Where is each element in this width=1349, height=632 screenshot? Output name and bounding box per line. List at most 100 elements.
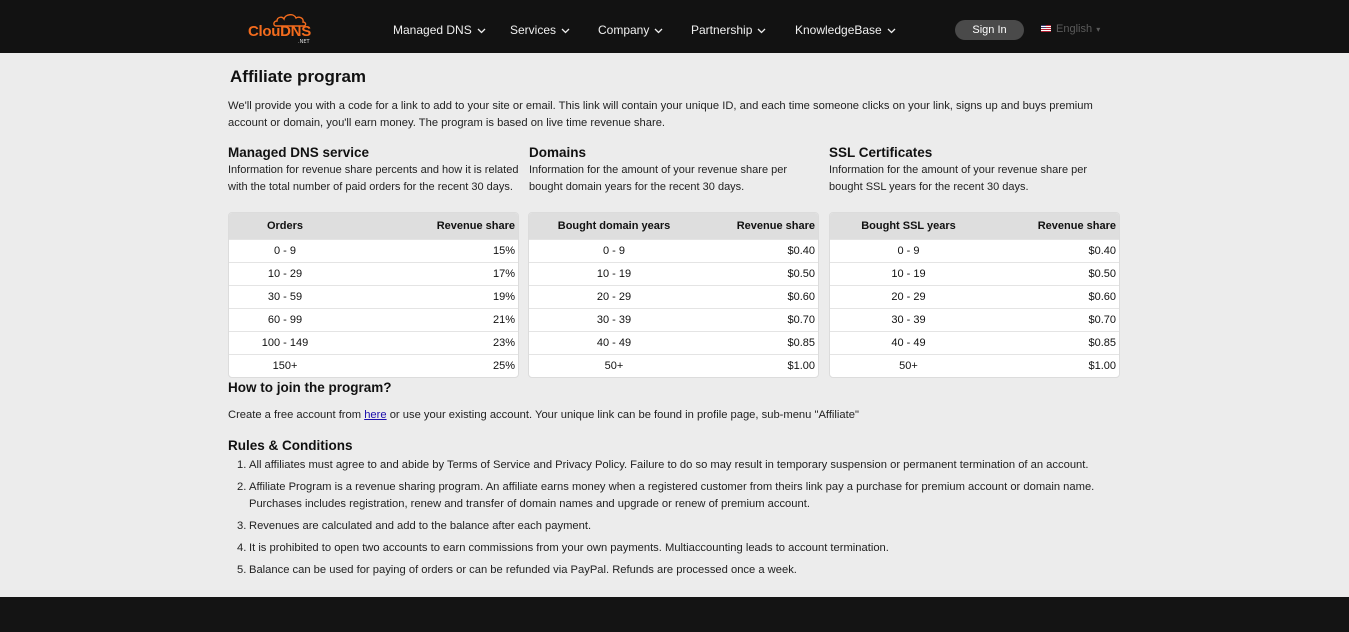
section-ssl-certificates: SSL Certificates Information for the amo… [829, 144, 1121, 196]
here-link[interactable]: here [364, 409, 386, 421]
share-cell: 19% [492, 291, 515, 303]
table-row: 60 - 99 21% [229, 308, 518, 331]
rules-heading: Rules & Conditions [228, 438, 353, 453]
nav-services[interactable]: Services [510, 23, 570, 37]
nav-label: KnowledgeBase [795, 23, 882, 37]
footer-bar [0, 597, 1349, 632]
table-row: 50+ $1.00 [529, 354, 818, 377]
nav-label: Partnership [691, 23, 753, 37]
nav-label: Company [598, 23, 650, 37]
page-title: Affiliate program [230, 67, 367, 86]
table-row: 50+ $1.00 [830, 354, 1119, 377]
range-cell: 20 - 29 [596, 291, 632, 303]
chevron-down-icon [757, 23, 766, 37]
nav-company[interactable]: Company [598, 23, 663, 37]
column-header: Bought SSL years [861, 220, 956, 232]
rule-text: All affiliates must agree to and abide b… [249, 459, 1089, 471]
join-text-after: or use your existing account. Your uniqu… [386, 409, 859, 421]
table-row: 30 - 39 $0.70 [529, 308, 818, 331]
nav-label: Managed DNS [393, 23, 472, 37]
chevron-down-icon [654, 23, 663, 37]
range-cell: 10 - 29 [267, 268, 303, 280]
table-row: 0 - 9 15% [229, 239, 518, 262]
section-description: Information for the amount of your reven… [829, 164, 1088, 193]
table-row: 10 - 19 $0.50 [830, 262, 1119, 285]
chevron-down-icon [477, 23, 486, 37]
share-cell: $0.60 [787, 291, 815, 303]
logo-suffix: .NET [298, 39, 310, 45]
language-label: English [1056, 23, 1093, 35]
table-row: 30 - 39 $0.70 [830, 308, 1119, 331]
range-cell: 10 - 19 [891, 268, 926, 280]
language-selector[interactable]: English ▾ [1041, 23, 1100, 35]
share-cell: $0.60 [1088, 291, 1116, 303]
rule-item: 5. Balance can be used for paying of orde… [228, 562, 1128, 579]
range-cell: 40 - 49 [596, 337, 632, 349]
share-cell: $1.00 [787, 360, 815, 372]
range-cell: 0 - 9 [897, 245, 920, 257]
nav-knowledgebase[interactable]: KnowledgeBase [795, 23, 896, 37]
table-row: 30 - 59 19% [229, 285, 518, 308]
share-cell: 21% [492, 314, 515, 326]
range-cell: 50+ [604, 360, 624, 372]
ssl-revenue-table: Bought SSL years Revenue share 0 - 9 $0.4… [829, 212, 1120, 378]
range-cell: 40 - 49 [891, 337, 926, 349]
table-header: Orders Revenue share [229, 213, 518, 239]
table-row: 40 - 49 $0.85 [830, 331, 1119, 354]
table-row: 100 - 149 23% [229, 331, 518, 354]
us-flag-icon [1041, 25, 1051, 32]
range-cell: 30 - 39 [596, 314, 632, 326]
table-row: 0 - 9 $0.40 [830, 239, 1119, 262]
column-header: Orders [266, 220, 304, 232]
domains-revenue-table: Bought domain years Revenue share 0 - 9 $… [528, 212, 819, 378]
rule-text: Revenues are calculated and add to the b… [249, 520, 592, 532]
section-description: Information for revenue share percents a… [228, 164, 519, 193]
share-cell: 23% [492, 337, 515, 349]
section-domains: Domains Information for the amount of yo… [529, 144, 821, 196]
range-cell: 60 - 99 [267, 314, 303, 326]
table-row: 150+ 25% [229, 354, 518, 377]
share-cell: 17% [492, 268, 515, 280]
rule-number: 3. [237, 520, 247, 532]
range-cell: 0 - 9 [602, 245, 625, 257]
range-cell: 0 - 9 [273, 245, 296, 257]
rule-item: 2. Affiliate Program is a revenue sharing… [228, 479, 1128, 513]
range-cell: 30 - 39 [891, 314, 926, 326]
nav-managed-dns[interactable]: Managed DNS [393, 23, 486, 37]
rule-item: 3. Revenues are calculated and add to the… [228, 518, 1128, 535]
nav-partnership[interactable]: Partnership [691, 23, 766, 37]
range-cell: 30 - 59 [267, 291, 303, 303]
managed-dns-revenue-table: Orders Revenue share 0 - 9 15% 10 - 29 17%… [228, 212, 519, 378]
section-title: Managed DNS service [228, 145, 370, 160]
range-cell: 10 - 19 [596, 268, 632, 280]
caret-down-icon: ▾ [1094, 25, 1101, 34]
column-header: Revenue share [436, 220, 515, 232]
nav-label: Services [510, 23, 557, 37]
table-row: 10 - 29 17% [229, 262, 518, 285]
range-cell: 50+ [899, 360, 918, 372]
rule-number: 2. [237, 481, 247, 493]
range-cell: 20 - 29 [891, 291, 926, 303]
join-text-before: Create a free account from [228, 409, 365, 421]
rules-list: 1. All affiliates must agree to and abide… [228, 457, 1128, 584]
section-description: Information for the amount of your reven… [529, 164, 788, 193]
chevron-down-icon [887, 23, 896, 37]
table-row: 20 - 29 $0.60 [529, 285, 818, 308]
join-paragraph: Create a free account from here or use y… [228, 409, 859, 421]
section-managed-dns: Managed DNS service Information for reve… [228, 144, 520, 196]
range-cell: 100 - 149 [261, 337, 309, 349]
rule-item: 4. It is prohibited to open two accounts … [228, 540, 1128, 557]
section-title: Domains [529, 145, 587, 160]
table-header: Bought SSL years Revenue share [830, 213, 1119, 239]
range-cell: 150+ [272, 360, 298, 372]
sign-in-button[interactable]: Sign In [955, 20, 1024, 40]
share-cell: $0.50 [787, 268, 815, 280]
cloudns-logo[interactable]: ClouDNS .NET [246, 13, 312, 45]
column-header: Revenue share [736, 220, 815, 232]
rule-text: Affiliate Program is a revenue sharing p… [249, 481, 1095, 510]
share-cell: $1.00 [1088, 360, 1116, 372]
share-cell: $0.70 [1088, 314, 1116, 326]
table-row: 10 - 19 $0.50 [529, 262, 818, 285]
chevron-down-icon [561, 23, 570, 37]
rule-number: 4. [237, 542, 247, 554]
